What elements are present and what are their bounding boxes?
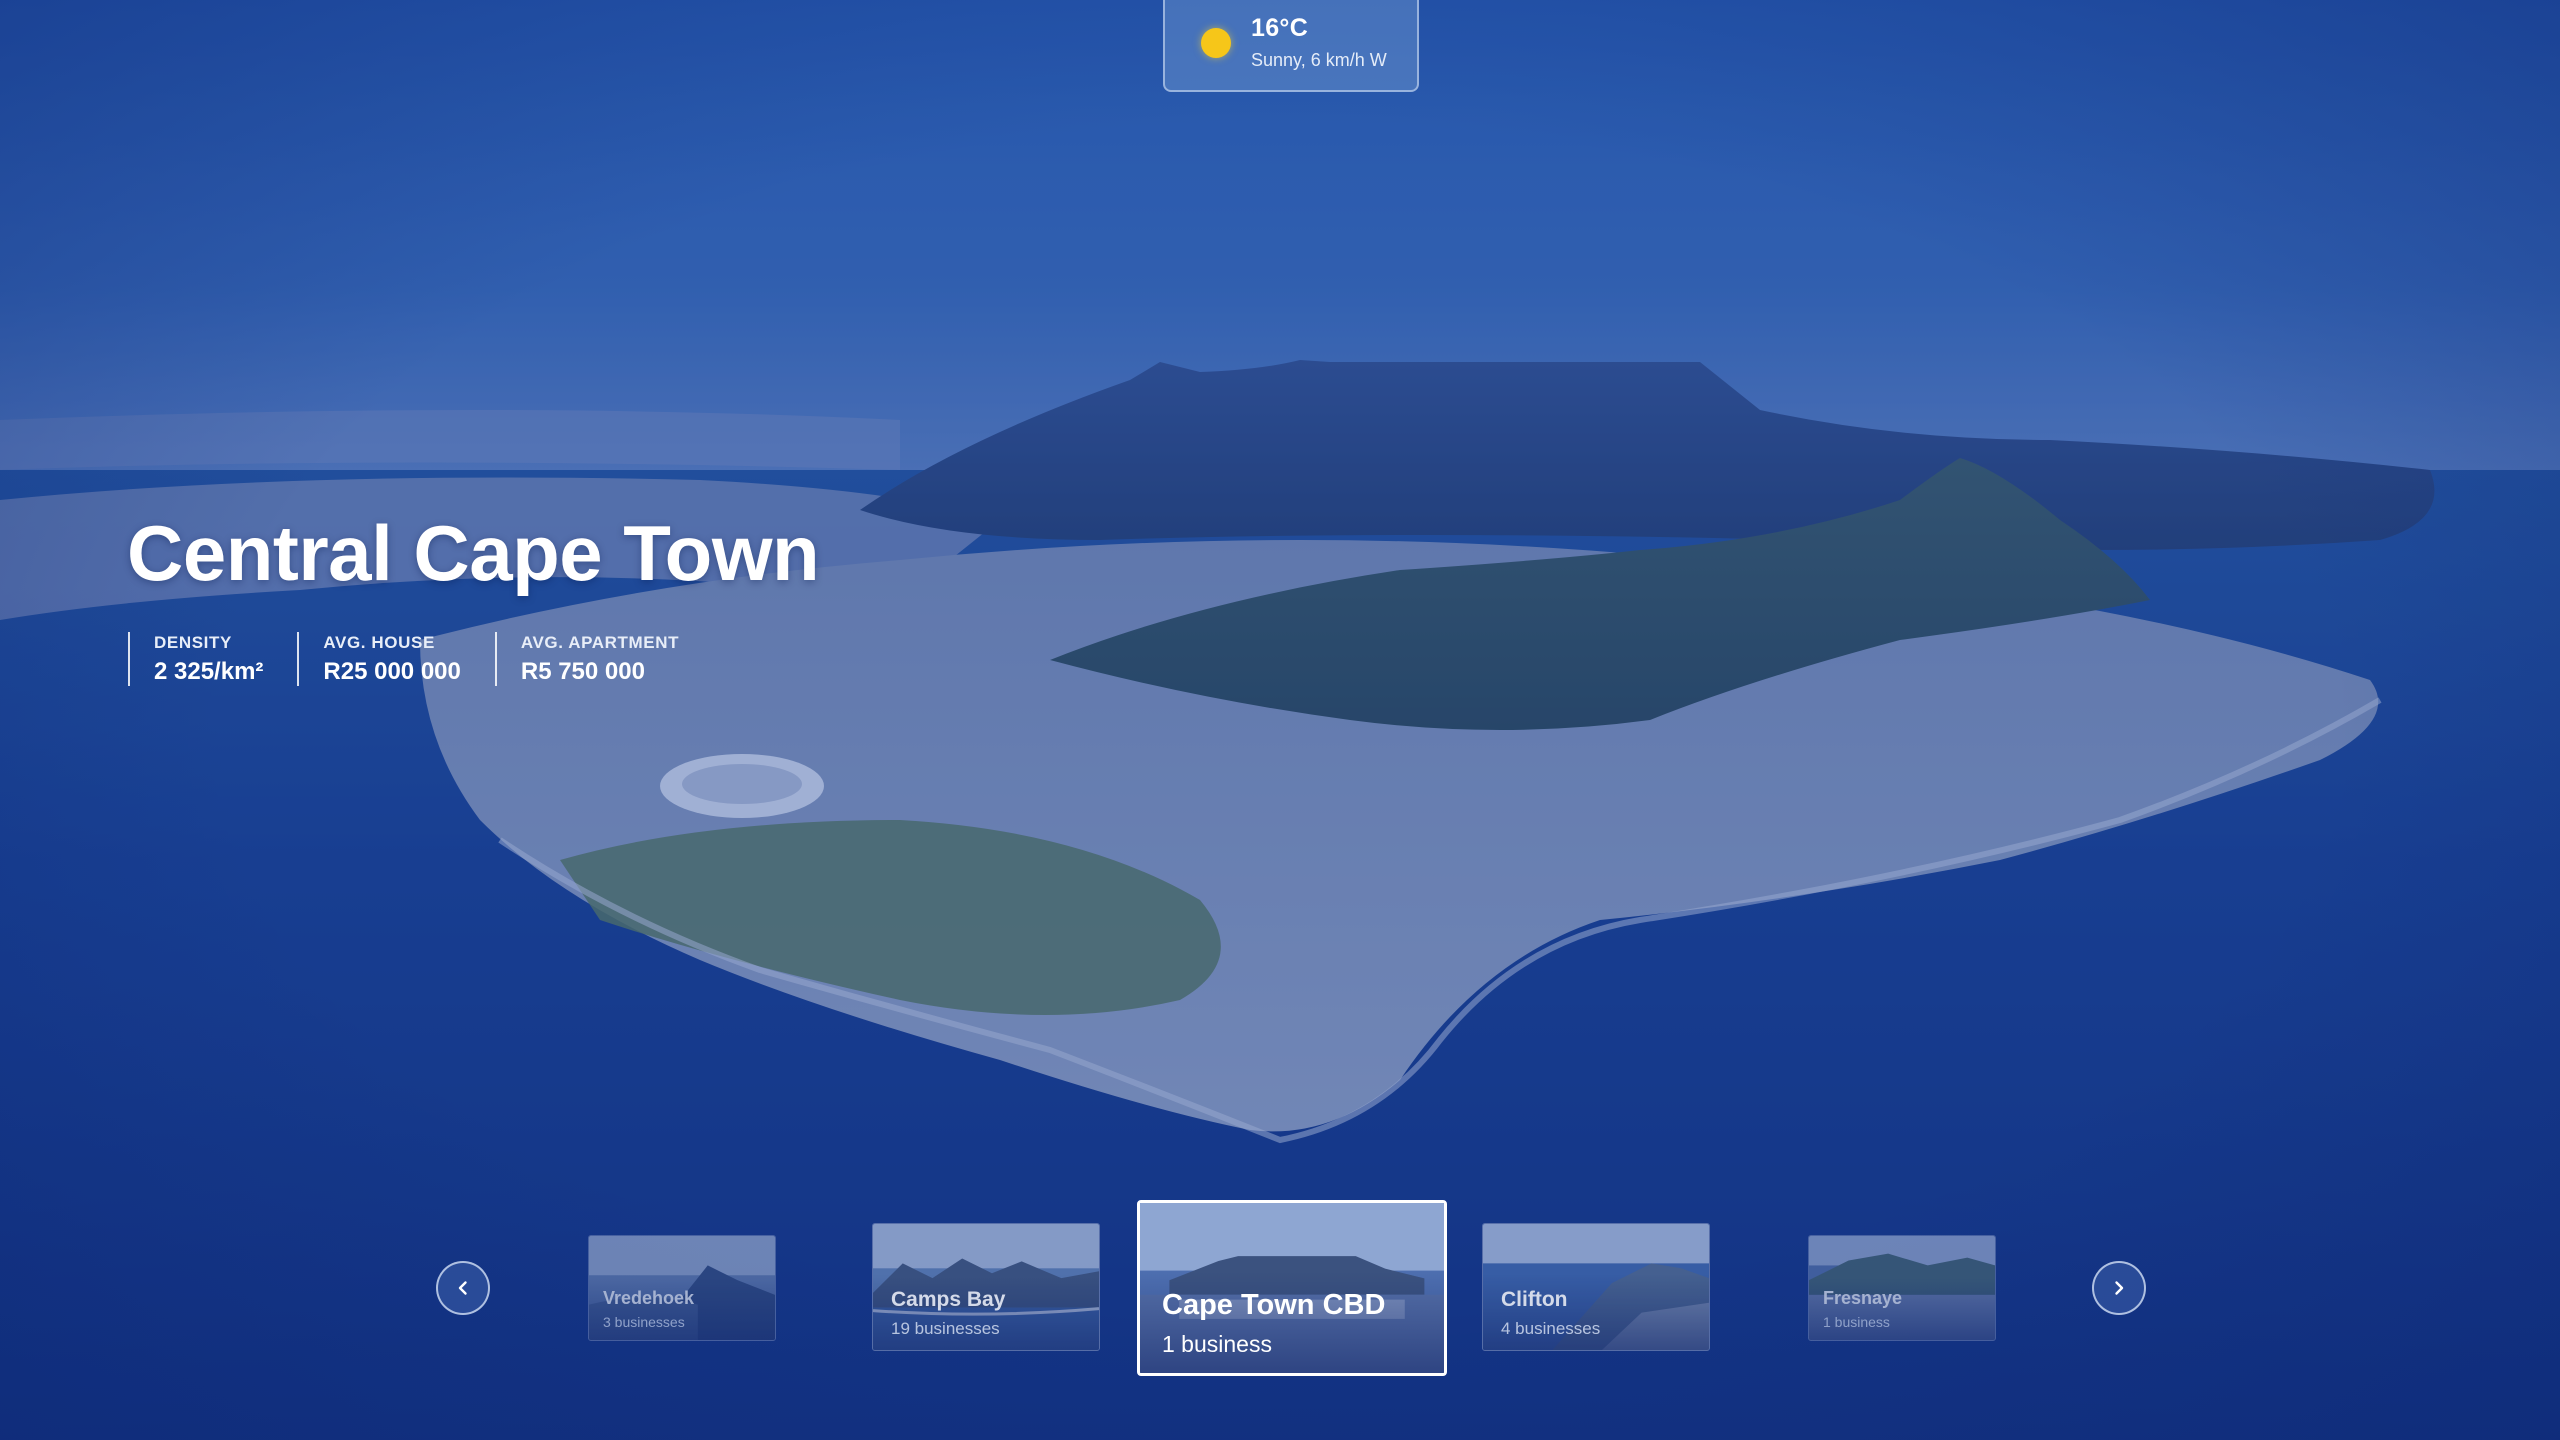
suburb-business-count: 3 businesses: [603, 1314, 685, 1330]
weather-description: Sunny, 6 km/h W: [1251, 50, 1387, 70]
suburb-business-count: 1 business: [1823, 1314, 1890, 1330]
stat-avg-house: AVG. HOUSE R25 000 000: [297, 632, 461, 686]
stat-value: R25 000 000: [323, 657, 461, 685]
weather-widget: 16°C Sunny, 6 km/h W: [1163, 0, 1419, 92]
stat-density: DENSITY 2 325/km²: [128, 632, 263, 686]
suburb-card-camps-bay[interactable]: Camps Bay 19 businesses: [872, 1223, 1100, 1351]
suburb-name: Camps Bay: [891, 1288, 1006, 1311]
stat-value: R5 750 000: [520, 657, 645, 685]
suburb-card-vredehoek[interactable]: Vredehoek 3 businesses: [588, 1235, 776, 1341]
sun-icon: [1201, 28, 1231, 58]
suburb-name: Fresnaye: [1823, 1288, 1903, 1308]
suburb-business-count: 19 businesses: [891, 1319, 1000, 1338]
suburb-card-cape-town-cbd[interactable]: Cape Town CBD 1 business: [1137, 1200, 1447, 1376]
suburb-business-count: 4 businesses: [1501, 1319, 1601, 1338]
suburb-business-count: 1 business: [1162, 1331, 1272, 1357]
suburb-card-clifton[interactable]: Clifton 4 businesses: [1482, 1223, 1710, 1351]
chevron-right-icon: [2115, 1281, 2124, 1295]
area-stats: DENSITY 2 325/km² AVG. HOUSE R25 000 000…: [128, 632, 679, 686]
carousel-prev-button[interactable]: [436, 1261, 490, 1315]
suburb-name: Clifton: [1501, 1288, 1568, 1311]
page-title: Central Cape Town: [127, 509, 820, 597]
carousel-next-button[interactable]: [2092, 1261, 2146, 1315]
suburb-name: Vredehoek: [603, 1288, 695, 1308]
stat-label: AVG. HOUSE: [323, 632, 435, 652]
suburb-name: Cape Town CBD: [1162, 1289, 1386, 1321]
stat-label: DENSITY: [154, 632, 232, 652]
chevron-left-icon: [458, 1281, 467, 1295]
suburb-card-fresnaye[interactable]: Fresnaye 1 business: [1808, 1235, 1996, 1341]
stat-avg-apartment: AVG. APARTMENT R5 750 000: [494, 632, 680, 686]
stat-value: 2 325/km²: [154, 657, 264, 685]
stat-label: AVG. APARTMENT: [520, 632, 680, 652]
weather-temperature: 16°C: [1251, 14, 1309, 42]
